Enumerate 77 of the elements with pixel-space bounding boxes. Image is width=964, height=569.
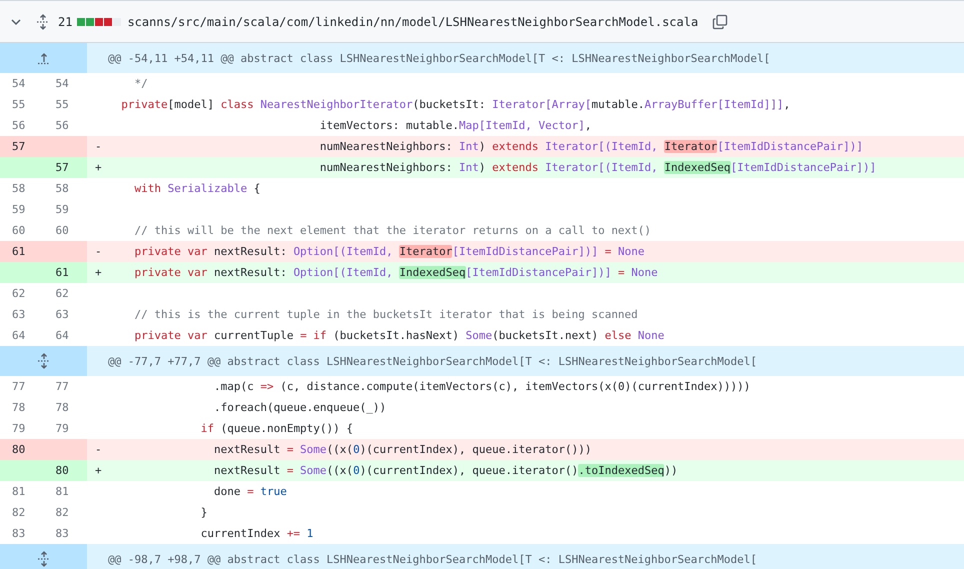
line-number: 57 [44, 157, 87, 178]
code-line: if (queue.nonEmpty()) { [200, 422, 354, 435]
line-number: 77 [11, 379, 26, 395]
line-number: 63 [54, 307, 70, 323]
line-number: 56 [54, 118, 70, 134]
code-line: .map(c => (c, distance.compute(itemVectors(c), itemVectors(x(0)(currentIndex))))) [212, 380, 750, 393]
line-number-gutter [0, 460, 44, 481]
line-number: 83 [54, 526, 70, 542]
line-number: 64 [54, 328, 70, 344]
line-number: 61 [44, 262, 87, 283]
code-line: // this is the current tuple in the bucketsIt iterator that is being scanned [133, 308, 638, 321]
line-number: 63 [11, 307, 26, 323]
line-number-gutter [44, 241, 87, 262]
expand-icon [36, 551, 50, 567]
line-number: 54 [11, 76, 26, 92]
line-number: 82 [54, 505, 70, 521]
hunk-header: @@ -98,7 +98,7 @@ abstract class LSHNearestNeighborSearchModel[T <: LSHNearestNeighborSearchModel[ [108, 552, 758, 566]
line-number: 58 [11, 181, 26, 197]
line-number: 56 [11, 118, 26, 134]
code-line: // this will be the next element that the iterator returns on a call to next() [133, 224, 652, 237]
code-line: } [200, 506, 208, 519]
hunk-header: @@ -54,11 +54,11 @@ abstract class LSHNearestNeighborSearchModel[T <: LSHNearestNeighborSearchModel[ [108, 52, 770, 64]
code-line: itemVectors: mutable.Map[ItemId, Vector], [318, 119, 592, 132]
expand-icon[interactable] [36, 14, 50, 30]
line-number: 60 [54, 223, 70, 239]
line-number: 77 [54, 379, 70, 395]
code-line: */ [133, 77, 148, 90]
line-number-gutter [44, 439, 87, 460]
line-number: 78 [11, 400, 26, 416]
line-number: 54 [54, 76, 70, 92]
code-line: .foreach(queue.enqueue(_)) [212, 401, 386, 414]
line-number: 58 [54, 181, 70, 197]
code-line: with Serializable { [133, 182, 260, 195]
line-number: 64 [11, 328, 26, 344]
line-number: 79 [11, 421, 26, 437]
line-number: 55 [11, 97, 26, 113]
hunk-header: @@ -77,7 +77,7 @@ abstract class LSHNearestNeighborSearchModel[T <: LSHNearestNeighborSearchModel[ [108, 354, 758, 368]
diff-sign: + [95, 266, 102, 279]
line-number: 59 [11, 202, 26, 218]
line-number: 78 [54, 400, 70, 416]
code-line: nextResult = Some((x(0)(currentIndex), queue.iterator().toIndexedSeq)) [212, 464, 678, 477]
line-number: 80 [0, 439, 44, 460]
code-line: private[model] class NearestNeighborIterator(bucketsIt: Iterator[Array[mutable.ArrayBuffer[ItemId]]], [120, 98, 790, 111]
line-number-gutter [44, 136, 87, 157]
code-line: numNearestNeighbors: Int) extends Iterator[(ItemId, Iterator[ItemIdDistancePair])] [318, 140, 864, 153]
copy-icon[interactable] [712, 14, 728, 30]
line-number: 59 [54, 202, 70, 218]
line-number: 62 [54, 286, 70, 302]
code-line: nextResult = Some((x(0)(currentIndex), queue.iterator())) [212, 443, 592, 456]
change-count: 21 [58, 14, 72, 28]
file-path: scanns/src/main/scala/com/linkedin/nn/model/LSHNearestNeighborSearchModel.scala [127, 14, 698, 28]
code-line: private var currentTuple = if (bucketsIt.hasNext) Some(bucketsIt.next) else None [133, 329, 664, 342]
expand-up-icon [36, 51, 50, 65]
line-number: 61 [0, 241, 44, 262]
diff-sign: - [95, 443, 102, 456]
code-line: done = true [212, 485, 287, 498]
line-number: 62 [11, 286, 26, 302]
line-number: 81 [11, 484, 26, 500]
code-line: numNearestNeighbors: Int) extends Iterator[(ItemId, IndexedSeq[ItemIdDistancePair])] [318, 161, 876, 174]
diff-sign: - [95, 245, 102, 258]
code-line: private var nextResult: Option[(ItemId, Iterator[ItemIdDistancePair])] = None [133, 245, 644, 258]
line-number: 79 [54, 421, 70, 437]
code-line: currentIndex += 1 [200, 527, 314, 540]
line-number: 55 [54, 97, 70, 113]
line-number: 82 [11, 505, 26, 521]
line-number: 60 [11, 223, 26, 239]
line-number: 80 [44, 460, 87, 481]
diff-sign: + [95, 464, 102, 477]
line-number: 81 [54, 484, 70, 500]
diff-sign: - [95, 140, 102, 153]
line-number-gutter [0, 157, 44, 178]
expand-icon [36, 353, 50, 369]
line-number: 57 [0, 136, 44, 157]
line-number: 83 [11, 526, 26, 542]
line-number-gutter [0, 262, 44, 283]
code-line: private var nextResult: Option[(ItemId, IndexedSeq[ItemIdDistancePair])] = None [133, 266, 658, 279]
diff-sign: + [95, 161, 102, 174]
